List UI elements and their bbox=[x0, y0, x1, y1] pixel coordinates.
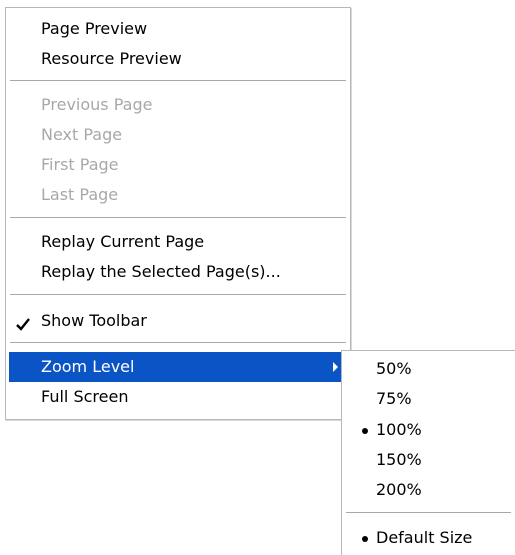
menu-item-label: First Page bbox=[41, 155, 119, 174]
menu-separator bbox=[10, 80, 346, 82]
menu-separator bbox=[10, 342, 346, 344]
chevron-right-icon bbox=[333, 362, 338, 372]
menu-item-zoom-level[interactable]: Zoom Level bbox=[9, 352, 347, 382]
check-icon bbox=[16, 318, 30, 331]
menu-item-replay-selected-pages[interactable]: Replay the Selected Page(s)... bbox=[9, 257, 347, 287]
menu-item-show-toolbar[interactable]: Show Toolbar bbox=[9, 306, 347, 336]
menu-item-label: 50% bbox=[376, 359, 412, 378]
menu-item-first-page: First Page bbox=[9, 150, 347, 180]
menu-item-replay-current-page[interactable]: Replay Current Page bbox=[9, 227, 347, 257]
zoom-option-default-size[interactable]: Default Size bbox=[345, 523, 512, 553]
menu-item-previous-page: Previous Page bbox=[9, 90, 347, 120]
menu-separator bbox=[10, 217, 346, 219]
menu-item-label: Previous Page bbox=[41, 95, 153, 114]
menu-item-label: 150% bbox=[376, 450, 422, 469]
menu-item-label: Last Page bbox=[41, 185, 119, 204]
zoom-option-100[interactable]: 100% bbox=[345, 415, 512, 445]
menu-item-label: 100% bbox=[376, 420, 422, 439]
menu-item-label: 75% bbox=[376, 389, 412, 408]
menu-item-page-preview[interactable]: Page Preview bbox=[9, 14, 347, 44]
zoom-level-submenu: 50% 75% 100% 150% 200% Default Size bbox=[341, 350, 515, 555]
menu-item-label: Replay the Selected Page(s)... bbox=[41, 262, 281, 281]
zoom-option-50[interactable]: 50% bbox=[345, 354, 512, 384]
menu-item-full-screen[interactable]: Full Screen bbox=[9, 382, 347, 412]
menu-item-label: Replay Current Page bbox=[41, 232, 205, 251]
menu-item-label: Full Screen bbox=[41, 387, 129, 406]
menu-separator bbox=[10, 294, 346, 296]
menu-item-label: Show Toolbar bbox=[41, 311, 147, 330]
menu-item-label: Resource Preview bbox=[41, 49, 182, 68]
zoom-option-75[interactable]: 75% bbox=[345, 384, 512, 414]
menu-item-label: Page Preview bbox=[41, 19, 148, 38]
menu-separator bbox=[346, 512, 511, 514]
menu-item-next-page: Next Page bbox=[9, 120, 347, 150]
menu-item-last-page: Last Page bbox=[9, 180, 347, 210]
zoom-option-150[interactable]: 150% bbox=[345, 445, 512, 475]
menu-item-label: 200% bbox=[376, 480, 422, 499]
zoom-option-200[interactable]: 200% bbox=[345, 475, 512, 505]
menu-item-label: Zoom Level bbox=[41, 357, 135, 376]
context-menu: Page Preview Resource Preview Previous P… bbox=[5, 7, 351, 420]
bullet-icon bbox=[362, 536, 368, 542]
menu-item-label: Default Size bbox=[376, 528, 473, 547]
menu-item-label: Next Page bbox=[41, 125, 123, 144]
menu-item-resource-preview[interactable]: Resource Preview bbox=[9, 44, 347, 74]
bullet-icon bbox=[362, 428, 368, 434]
